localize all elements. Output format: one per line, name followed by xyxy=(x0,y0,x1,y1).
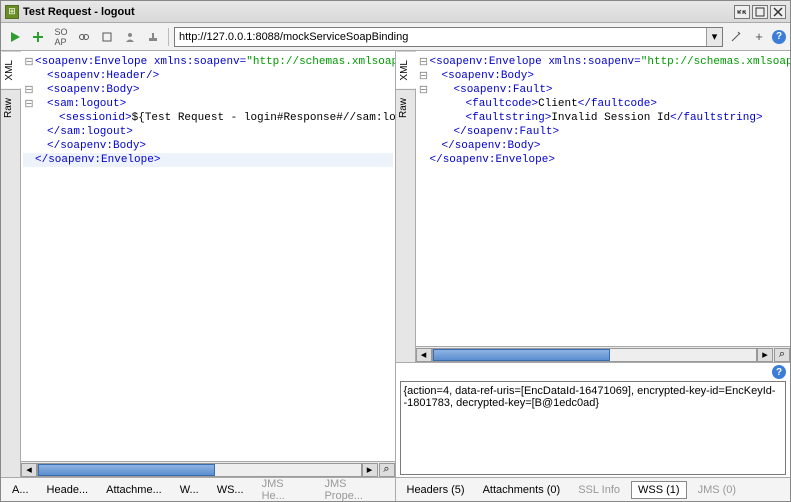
scroll-left-icon[interactable]: ◂ xyxy=(416,348,432,362)
request-hscroll[interactable]: ◂ ▸ ⌕ xyxy=(21,461,395,477)
request-tabs-row: A... Heade... Attachme... W... WS... JMS… xyxy=(1,477,395,501)
tab-attachments-left[interactable]: Attachme... xyxy=(99,481,169,499)
tab-auth[interactable]: A... xyxy=(5,481,36,499)
response-hscroll[interactable]: ◂ ▸ ⌕ xyxy=(416,346,791,362)
fold-icon[interactable]: ⊟ xyxy=(418,69,430,83)
run-button[interactable] xyxy=(5,27,25,47)
crop-icon[interactable] xyxy=(97,27,117,47)
url-field[interactable]: ▾ xyxy=(174,27,723,47)
fold-icon[interactable]: ⊟ xyxy=(23,83,35,97)
vtab-xml-response[interactable]: XML xyxy=(396,51,416,89)
add-button[interactable] xyxy=(28,27,48,47)
tab-jms[interactable]: JMS (0) xyxy=(691,481,744,499)
close-window-icon[interactable] xyxy=(770,5,786,19)
window-title: Test Request - logout xyxy=(23,6,734,18)
request-panel: XML Raw ⊟<soapenv:Envelope xmlns:soapenv… xyxy=(1,51,396,501)
link-icon[interactable] xyxy=(74,27,94,47)
tab-wss[interactable]: WSS (1) xyxy=(631,481,687,499)
plus-small-icon[interactable]: + xyxy=(749,27,769,47)
scroll-thumb[interactable] xyxy=(38,464,215,476)
help-icon[interactable]: ? xyxy=(772,30,786,44)
tab-headers-right[interactable]: Headers (5) xyxy=(400,481,472,499)
flag-icon[interactable] xyxy=(143,27,163,47)
request-vtabs: XML Raw xyxy=(1,51,21,477)
scroll-track[interactable] xyxy=(432,348,758,362)
url-dropdown-icon[interactable]: ▾ xyxy=(706,28,722,46)
fold-icon[interactable]: ⊟ xyxy=(23,97,35,111)
tab-ssl-info[interactable]: SSL Info xyxy=(571,481,627,499)
titlebar: ⊞ Test Request - logout xyxy=(1,1,790,23)
soap-icon[interactable]: SOAP xyxy=(51,27,71,47)
main-area: XML Raw ⊟<soapenv:Envelope xmlns:soapenv… xyxy=(1,51,790,501)
tab-jms-headers[interactable]: JMS He... xyxy=(255,475,314,502)
response-editor[interactable]: ⊟<soapenv:Envelope xmlns:soapenv="http:/… xyxy=(416,51,791,346)
tab-ws[interactable]: WS... xyxy=(210,481,251,499)
minimize-window-icon[interactable] xyxy=(734,5,750,19)
response-panel: XML Raw ⊟<soapenv:Envelope xmlns:soapenv… xyxy=(396,51,791,501)
app-window: ⊞ Test Request - logout SOAP ▾ + ? XML xyxy=(0,0,791,502)
fold-icon[interactable]: ⊟ xyxy=(418,83,430,97)
response-tabs-row: Headers (5) Attachments (0) SSL Info WSS… xyxy=(396,477,791,501)
scroll-left-icon[interactable]: ◂ xyxy=(21,463,37,477)
tab-w[interactable]: W... xyxy=(173,481,206,499)
tab-attachments-right[interactable]: Attachments (0) xyxy=(476,481,568,499)
help-icon[interactable]: ? xyxy=(772,365,786,379)
main-toolbar: SOAP ▾ + ? xyxy=(1,23,790,51)
fold-icon[interactable]: ⊟ xyxy=(418,55,430,69)
wss-log: {action=4, data-ref-uris=[EncDataId-1647… xyxy=(400,381,787,475)
tab-jms-properties[interactable]: JMS Prope... xyxy=(317,475,390,502)
toolbar-separator xyxy=(168,28,169,46)
fold-icon[interactable]: ⊟ xyxy=(23,55,35,69)
request-editor[interactable]: ⊟<soapenv:Envelope xmlns:soapenv="http:/… xyxy=(21,51,395,461)
vtab-raw-response[interactable]: Raw xyxy=(396,89,415,126)
vtab-xml-request[interactable]: XML xyxy=(1,51,21,89)
user-icon[interactable] xyxy=(120,27,140,47)
magnify-icon[interactable]: ⌕ xyxy=(774,348,790,362)
maximize-window-icon[interactable] xyxy=(752,5,768,19)
url-input[interactable] xyxy=(175,28,706,46)
wand-icon[interactable] xyxy=(726,27,746,47)
app-icon: ⊞ xyxy=(5,5,19,19)
scroll-track[interactable] xyxy=(37,463,362,477)
response-vtabs: XML Raw xyxy=(396,51,416,362)
tab-headers-left[interactable]: Heade... xyxy=(40,481,96,499)
scroll-thumb[interactable] xyxy=(433,349,611,361)
vtab-raw-request[interactable]: Raw xyxy=(1,89,20,126)
scroll-right-icon[interactable]: ▸ xyxy=(757,348,773,362)
